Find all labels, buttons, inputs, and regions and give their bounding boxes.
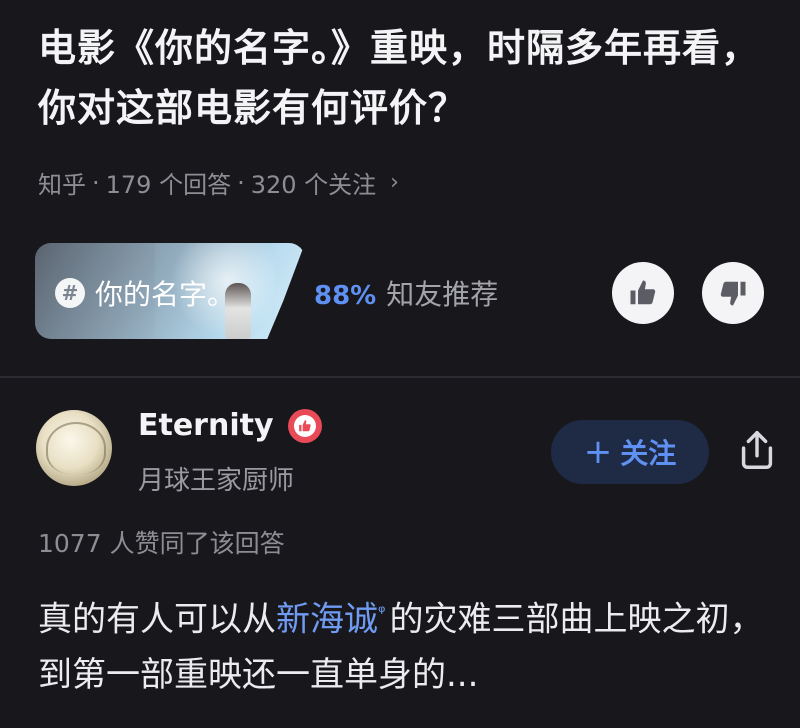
search-link[interactable]: 新海诚 [276, 599, 378, 639]
excerpt-text-start: 真的有人可以从 [38, 599, 276, 640]
share-icon[interactable] [734, 427, 780, 473]
chevron-right-icon: › [390, 170, 399, 195]
follow-button[interactable]: + 关注 [551, 420, 709, 484]
topic-label: 你的名字。 [95, 278, 236, 311]
question-meta[interactable]: 知乎 · 179 个回答 · 320 个关注 › [38, 165, 399, 200]
follow-count: 320 个关注 [250, 171, 377, 199]
avatar-illustration [46, 422, 106, 474]
thumbs-down-icon [720, 281, 746, 306]
section-divider [0, 376, 800, 378]
meta-separator: · [237, 168, 245, 197]
topic-chip: # 你的名字。 [55, 273, 235, 313]
search-icon: ᵠ [378, 602, 386, 623]
verified-badge-icon [287, 408, 322, 443]
author-description: 月球王家厨师 [138, 466, 295, 496]
author-row[interactable]: Eternity [138, 408, 322, 443]
follow-label: 关注 [620, 437, 677, 470]
question-title[interactable]: 电影《你的名字。》重映，时隔多年再看，你对这部电影有何评价？ [38, 18, 768, 138]
recommend-percent: 88% [314, 281, 377, 311]
author-name[interactable]: Eternity [138, 408, 274, 443]
thumbs-up-icon [630, 280, 656, 305]
thumbs-down-button[interactable] [702, 262, 764, 324]
plus-icon: + [583, 432, 613, 472]
topic-card[interactable]: # 你的名字。 [35, 243, 305, 339]
source-label: 知乎 [38, 171, 86, 199]
avatar[interactable] [36, 410, 112, 486]
hash-icon: # [55, 278, 85, 308]
recommend-label: 知友推荐 [386, 278, 499, 311]
like-count: 1077 人赞同了该回答 [38, 529, 285, 558]
recommend-rating: 88% 知友推荐 [314, 273, 498, 313]
meta-separator: · [92, 168, 100, 197]
thumbs-up-button[interactable] [612, 262, 674, 324]
answer-count: 179 个回答 [105, 171, 232, 199]
answer-excerpt[interactable]: 真的有人可以从新海诚ᵠ 的灾难三部曲上映之初，到第一部重映还一直单身的... [38, 585, 778, 703]
